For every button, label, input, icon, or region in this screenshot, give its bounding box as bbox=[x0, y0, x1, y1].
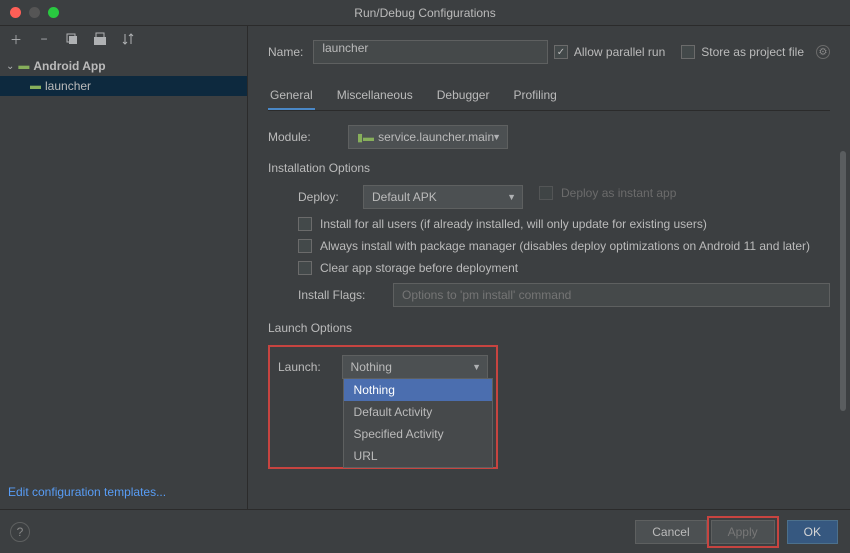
launch-option-specified-activity[interactable]: Specified Activity bbox=[344, 423, 492, 445]
tree-item-launcher[interactable]: ▬ launcher bbox=[0, 76, 247, 96]
module-dropdown[interactable]: ▮▬ service.launcher.main ▼ bbox=[348, 125, 508, 149]
chevron-down-icon: ▼ bbox=[492, 132, 501, 142]
sort-icon[interactable] bbox=[120, 31, 136, 47]
store-project-checkbox[interactable] bbox=[681, 45, 695, 59]
save-icon[interactable] bbox=[92, 31, 108, 47]
help-button[interactable]: ? bbox=[10, 522, 30, 542]
module-label: Module: bbox=[268, 130, 338, 144]
tab-debugger[interactable]: Debugger bbox=[435, 82, 492, 110]
deploy-value: Default APK bbox=[372, 190, 437, 204]
install-flags-label: Install Flags: bbox=[298, 288, 383, 302]
add-icon[interactable]: ＋ bbox=[8, 31, 24, 47]
ok-button[interactable]: OK bbox=[787, 520, 838, 544]
android-icon: ▬ bbox=[30, 80, 41, 92]
allow-parallel-label: Allow parallel run bbox=[574, 45, 665, 59]
deploy-dropdown[interactable]: Default APK ▼ bbox=[363, 185, 523, 209]
main-panel: Name: launcher Allow parallel run Store … bbox=[248, 26, 850, 509]
launch-dropdown[interactable]: Nothing ▼ Nothing Default Activity Speci… bbox=[342, 355, 488, 379]
android-icon: ▬ bbox=[18, 60, 29, 72]
store-project-label: Store as project file bbox=[701, 45, 804, 59]
scrollbar[interactable] bbox=[840, 151, 846, 411]
install-all-label: Install for all users (if already instal… bbox=[320, 217, 707, 231]
tree-group-label: Android App bbox=[33, 59, 105, 73]
launch-dropdown-menu: Nothing Default Activity Specified Activ… bbox=[343, 378, 493, 468]
deploy-label: Deploy: bbox=[298, 190, 353, 204]
tab-miscellaneous[interactable]: Miscellaneous bbox=[335, 82, 415, 110]
remove-icon[interactable]: − bbox=[36, 31, 52, 47]
store-project-checkbox-wrap[interactable]: Store as project file ⚙ bbox=[681, 45, 830, 59]
clear-storage-label: Clear app storage before deployment bbox=[320, 261, 518, 275]
launch-option-url[interactable]: URL bbox=[344, 445, 492, 467]
always-pm-label: Always install with package manager (dis… bbox=[320, 239, 810, 253]
clear-storage-checkbox[interactable] bbox=[298, 261, 312, 275]
tree-item-label: launcher bbox=[45, 79, 91, 93]
launch-label: Launch: bbox=[278, 360, 332, 374]
window-minimize-button[interactable] bbox=[29, 7, 40, 18]
chevron-down-icon: ⌄ bbox=[6, 61, 14, 72]
always-pm-checkbox[interactable] bbox=[298, 239, 312, 253]
tabs: General Miscellaneous Debugger Profiling bbox=[268, 82, 830, 111]
copy-icon[interactable] bbox=[64, 31, 80, 47]
instant-app-label: Deploy as instant app bbox=[561, 186, 676, 200]
apply-button[interactable]: Apply bbox=[711, 520, 775, 544]
sidebar-toolbar: ＋ − bbox=[0, 26, 247, 52]
module-value: service.launcher.main bbox=[378, 130, 494, 144]
launch-option-nothing[interactable]: Nothing bbox=[344, 379, 492, 401]
tab-content: Module: ▮▬ service.launcher.main ▼ Insta… bbox=[248, 111, 850, 509]
launch-value: Nothing bbox=[351, 360, 392, 374]
name-input[interactable]: launcher bbox=[313, 40, 548, 64]
install-options-title: Installation Options bbox=[268, 161, 830, 175]
cancel-button[interactable]: Cancel bbox=[635, 520, 706, 544]
tab-profiling[interactable]: Profiling bbox=[511, 82, 558, 110]
window-close-button[interactable] bbox=[10, 7, 21, 18]
allow-parallel-checkbox[interactable] bbox=[554, 45, 568, 59]
install-flags-input[interactable] bbox=[393, 283, 830, 307]
launch-option-default-activity[interactable]: Default Activity bbox=[344, 401, 492, 423]
launch-options-title: Launch Options bbox=[268, 321, 830, 335]
config-tree: ⌄ ▬ Android App ▬ launcher bbox=[0, 52, 247, 475]
window-maximize-button[interactable] bbox=[48, 7, 59, 18]
titlebar: Run/Debug Configurations bbox=[0, 0, 850, 26]
allow-parallel-checkbox-wrap[interactable]: Allow parallel run bbox=[554, 45, 665, 59]
window-title: Run/Debug Configurations bbox=[354, 6, 495, 20]
apply-highlight: Apply bbox=[707, 516, 779, 548]
footer: ? Cancel Apply OK bbox=[0, 509, 850, 553]
name-label: Name: bbox=[268, 45, 303, 59]
tree-group-android-app[interactable]: ⌄ ▬ Android App bbox=[0, 56, 247, 76]
gear-icon[interactable]: ⚙ bbox=[816, 45, 830, 59]
tab-general[interactable]: General bbox=[268, 82, 315, 110]
sidebar: ＋ − ⌄ ▬ Android App ▬ launcher Edit conf… bbox=[0, 26, 248, 509]
launch-highlight: Launch: Nothing ▼ Nothing Default Activi… bbox=[268, 345, 498, 469]
chevron-down-icon: ▼ bbox=[507, 192, 516, 202]
install-all-checkbox[interactable] bbox=[298, 217, 312, 231]
chevron-down-icon: ▼ bbox=[472, 362, 481, 372]
instant-app-checkbox bbox=[539, 186, 553, 200]
folder-icon: ▮▬ bbox=[357, 131, 374, 144]
edit-templates-link[interactable]: Edit configuration templates... bbox=[0, 475, 247, 509]
